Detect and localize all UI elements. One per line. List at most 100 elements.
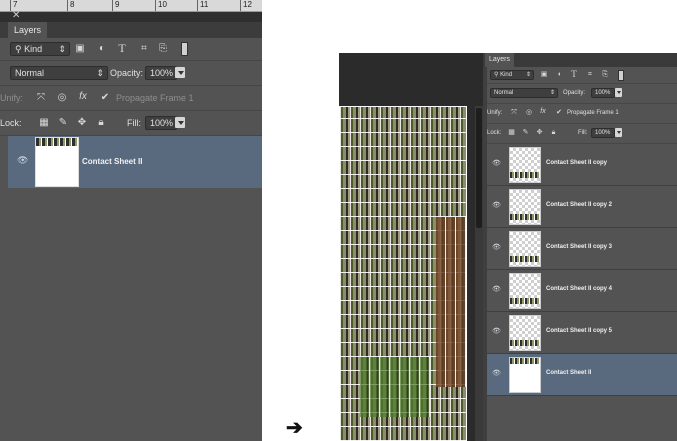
layer-row-selected[interactable]: 👁︎ Contact Sheet II <box>487 354 677 396</box>
ruler-label: 12 <box>243 0 252 9</box>
layer-row[interactable]: 👁︎ Contact Sheet II copy 2 <box>487 186 677 228</box>
opacity-dropdown-icon[interactable] <box>615 88 622 97</box>
horizontal-ruler: 7 8 9 10 11 12 <box>0 0 262 12</box>
smart-object-filter-icon[interactable]: ⎘ <box>600 71 610 79</box>
fill-dropdown-icon[interactable] <box>615 128 622 137</box>
eye-icon[interactable]: 👁︎ <box>492 285 501 293</box>
layers-panel-after: Layers ⚲ Kind ⇕ ▣ ◐ T ⌗ ⎘ Normal ⇕ Opaci… <box>483 53 677 441</box>
document-canvas-area <box>339 53 483 441</box>
blend-mode-select[interactable]: Normal ⇕ <box>490 88 558 98</box>
layer-name[interactable]: Contact Sheet II copy 5 <box>546 328 612 334</box>
layer-row[interactable]: 👁︎ Contact Sheet II copy 5 <box>487 312 677 354</box>
propagate-checkbox[interactable]: ✔ <box>100 92 110 104</box>
propagate-label: Propagate Frame 1 <box>116 93 194 103</box>
updown-icon: ⇕ <box>58 44 66 54</box>
ruler-label: 7 <box>13 0 18 9</box>
contact-sheet-image <box>339 106 467 441</box>
unify-style-icon[interactable]: fx <box>76 91 90 103</box>
layer-name[interactable]: Contact Sheet II copy 4 <box>546 286 612 292</box>
type-filter-icon[interactable]: T <box>116 42 128 54</box>
layer-name[interactable]: Contact Sheet II <box>546 370 591 376</box>
layer-thumbnail <box>509 231 541 267</box>
opacity-field[interactable]: 100% <box>145 66 177 80</box>
eye-icon[interactable]: 👁︎ <box>492 369 501 377</box>
opacity-dropdown-icon[interactable] <box>175 67 185 78</box>
panel-tab-bar: Layers <box>483 53 677 67</box>
propagate-checkbox[interactable]: ✔ <box>555 109 563 117</box>
unify-visibility-icon[interactable]: ◎ <box>524 109 534 117</box>
eye-icon[interactable]: 👁︎ <box>17 155 28 166</box>
unify-position-icon[interactable]: ⤧ <box>509 109 519 117</box>
tab-layers[interactable]: Layers <box>485 53 515 67</box>
lock-label: Lock: <box>0 118 22 128</box>
unify-label: Unify: <box>0 93 24 103</box>
unify-label: Unify: <box>487 110 503 116</box>
lock-all-icon[interactable]: 🔒︎ <box>549 129 558 137</box>
eye-icon[interactable]: 👁︎ <box>492 159 501 167</box>
lock-all-icon[interactable]: 🔒︎ <box>95 117 107 129</box>
opacity-field[interactable]: 100% <box>591 88 615 98</box>
lock-position-icon[interactable]: ✥ <box>535 129 544 137</box>
filter-toggle[interactable] <box>618 70 624 81</box>
lock-position-icon[interactable]: ✥ <box>76 117 88 129</box>
updown-icon: ⇕ <box>549 90 555 96</box>
type-filter-icon[interactable]: T <box>569 70 579 79</box>
blend-row: Normal ⇕ Opacity: 100% <box>0 61 262 86</box>
unify-visibility-icon[interactable]: ◎ <box>55 92 69 104</box>
unify-row: Unify: ⤧ ◎ fx ✔ Propagate Frame 1 <box>0 86 262 111</box>
layer-row[interactable]: 👁︎ Contact Sheet II copy <box>487 144 677 186</box>
unify-position-icon[interactable]: ⤧ <box>34 92 48 104</box>
updown-icon: ⇕ <box>525 72 531 78</box>
layer-thumbnail <box>509 273 541 309</box>
adjustment-filter-icon[interactable]: ◐ <box>555 71 565 79</box>
fill-field[interactable]: 100% <box>591 128 615 138</box>
blend-mode-value: Normal <box>494 90 514 96</box>
fill-dropdown-icon[interactable] <box>175 117 185 128</box>
eye-icon[interactable]: 👁︎ <box>492 327 501 335</box>
pixel-filter-icon[interactable]: ▣ <box>539 71 549 79</box>
layer-name[interactable]: Contact Sheet II <box>82 157 142 166</box>
lock-pixels-icon[interactable]: ✎ <box>57 117 69 129</box>
blend-mode-select[interactable]: Normal ⇕ <box>10 66 108 80</box>
layer-row[interactable]: 👁︎ Contact Sheet II <box>8 136 262 188</box>
tab-layers[interactable]: Layers <box>8 22 48 38</box>
propagate-label: Propagate Frame 1 <box>567 110 619 116</box>
layer-row[interactable]: 👁︎ Contact Sheet II copy 4 <box>487 270 677 312</box>
lock-transparent-icon[interactable]: ▦ <box>507 129 516 137</box>
fill-field[interactable]: 100% <box>145 116 177 130</box>
eye-icon[interactable]: 👁︎ <box>492 243 501 251</box>
shape-filter-icon[interactable]: ⌗ <box>138 43 150 55</box>
filter-toggle[interactable] <box>181 42 188 56</box>
close-icon[interactable]: ✕ <box>12 10 20 21</box>
search-icon: ⚲ <box>15 44 22 54</box>
shape-filter-icon[interactable]: ⌗ <box>585 71 595 79</box>
arrow-icon: ➔ <box>286 417 303 439</box>
unify-style-icon[interactable]: fx <box>538 108 548 116</box>
ruler-label: 10 <box>158 0 167 9</box>
filter-kind-select[interactable]: ⚲ Kind ⇕ <box>490 70 534 80</box>
opacity-label: Opacity: <box>563 90 586 96</box>
smart-object-filter-icon[interactable]: ⎘ <box>157 43 169 55</box>
vertical-scrollbar[interactable] <box>475 106 483 441</box>
layer-thumbnail <box>35 137 79 187</box>
ruler-label: 11 <box>200 0 209 9</box>
filter-kind-label: Kind <box>24 44 43 54</box>
layer-thumbnail <box>509 147 541 183</box>
pixel-filter-icon[interactable]: ▣ <box>74 43 86 55</box>
blend-mode-value: Normal <box>15 68 45 78</box>
layer-name[interactable]: Contact Sheet II copy <box>546 160 607 166</box>
adjustment-filter-icon[interactable]: ◐ <box>96 43 108 55</box>
filter-kind-select[interactable]: ⚲ Kind ⇕ <box>10 42 70 56</box>
lock-transparent-icon[interactable]: ▦ <box>38 117 50 129</box>
layer-name[interactable]: Contact Sheet II copy 3 <box>546 244 612 250</box>
lock-pixels-icon[interactable]: ✎ <box>521 129 530 137</box>
fill-label: Fill: <box>127 118 141 128</box>
layer-filter-row: ⚲ Kind ⇕ ▣ ◐ T ⌗ ⎘ <box>0 38 262 61</box>
filter-kind-label: Kind <box>500 72 513 78</box>
fill-label: Fill: <box>578 130 588 136</box>
blend-row: Normal ⇕ Opacity: 100% <box>487 84 677 104</box>
layer-name[interactable]: Contact Sheet II copy 2 <box>546 202 612 208</box>
layer-thumbnail <box>509 189 541 225</box>
eye-icon[interactable]: 👁︎ <box>492 201 501 209</box>
layer-row[interactable]: 👁︎ Contact Sheet II copy 3 <box>487 228 677 270</box>
